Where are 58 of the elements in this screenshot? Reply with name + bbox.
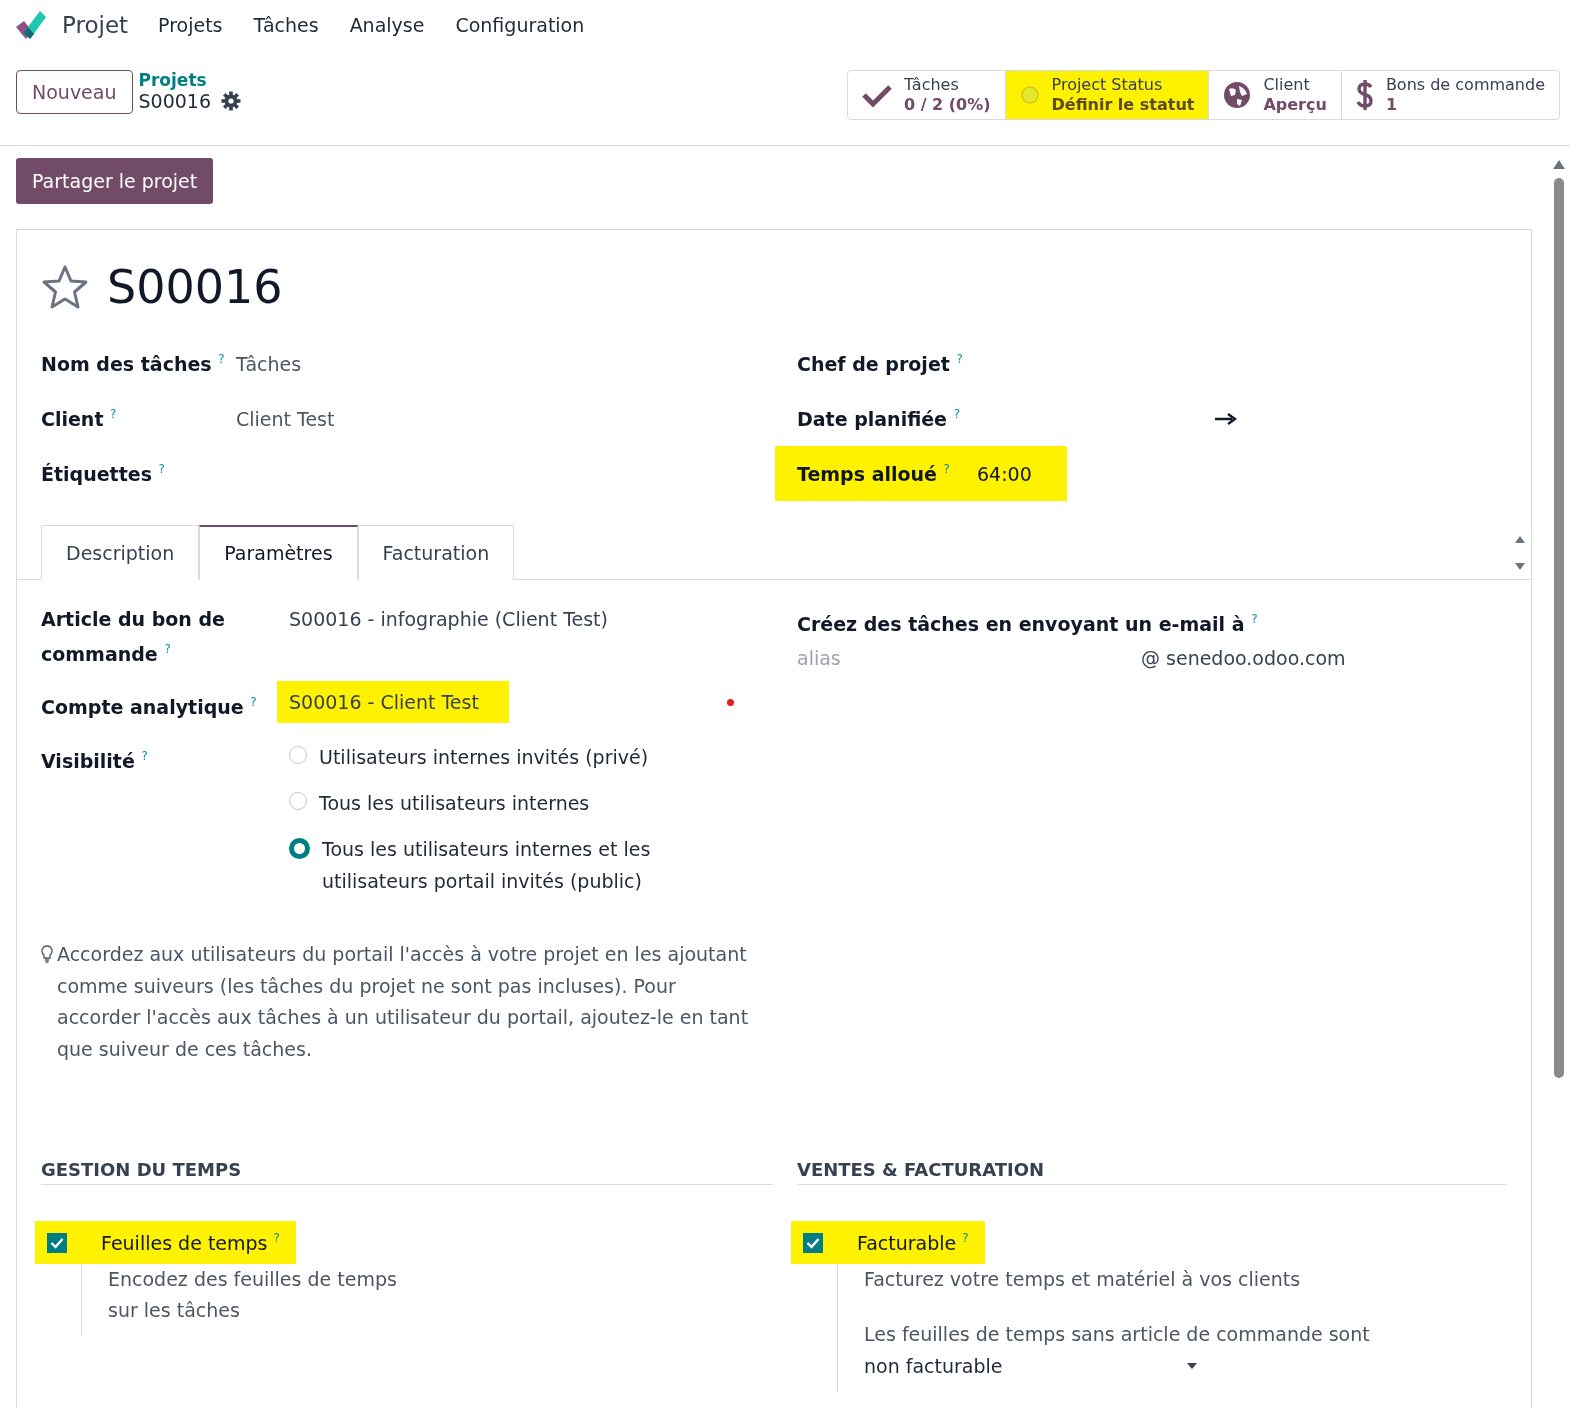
field-label: Temps alloué $^{?}$: [797, 462, 951, 485]
field-value[interactable]: Client Test: [236, 407, 335, 430]
field-label: Date planifiée $^{?}$: [797, 407, 961, 430]
scroll-up-arrow-icon[interactable]: [1552, 158, 1566, 170]
field-label: Client $^{?}$: [41, 407, 118, 430]
option-description: Facturez votre temps et matériel à vos clients: [864, 1267, 1302, 1292]
app-name[interactable]: Projet: [62, 12, 129, 38]
smart-button[interactable]: Project Status Définir le statut: [1005, 71, 1210, 119]
tab[interactable]: Paramètres: [199, 525, 358, 580]
hint-text: Accordez aux utilisateurs du portail l'accès à votre projet en les ajoutant comme suiveurs (les tâches du projet ne sont pas incluses). Pour accorder l'accès aux tâches à un utilisateur du portail, ajoutez-le en tant que suiveur de ces tâches.: [57, 942, 750, 1062]
email-domain: @ senedoo.odoo.com: [1141, 647, 1346, 669]
record-title: S00016: [107, 260, 283, 314]
field-label: Compte analytique $^{?}$: [41, 694, 258, 720]
star-icon[interactable]: [41, 264, 89, 310]
smart-button[interactable]: Tâches 0 / 2 (0%): [847, 71, 1006, 119]
radio-label[interactable]: Tous les utilisateurs internes et les utilisateurs portail invités (public): [322, 833, 749, 897]
dollar-icon: [1355, 79, 1374, 111]
smart-button[interactable]: Bons de commande 1: [1341, 71, 1559, 119]
record-name: S00016: [138, 90, 211, 112]
globe-icon: [1223, 81, 1252, 109]
menu-item[interactable]: Configuration: [455, 14, 585, 36]
select-field[interactable]: non facturable: [864, 1350, 1198, 1382]
option-description: Encodez des feuilles de temps sur les tâches: [108, 1267, 398, 1323]
field-label: Créez des tâches en envoyant un e-mail à $^{?}$: [797, 611, 1259, 637]
breadcrumb-link[interactable]: Projets: [138, 70, 241, 90]
menu-item[interactable]: Projets: [158, 14, 223, 36]
field-value[interactable]: S00016 - infographie (Client Test): [289, 604, 608, 634]
field-label: Article du bon de commande $^{?}$: [41, 607, 226, 667]
menu-item[interactable]: Tâches: [253, 14, 319, 36]
tab[interactable]: Description: [41, 525, 200, 580]
checkbox[interactable]: [47, 1232, 67, 1253]
arrow-right-icon: [1215, 412, 1237, 425]
checkmark-icon: [861, 83, 892, 107]
tab[interactable]: Facturation: [357, 525, 515, 580]
new-button[interactable]: Nouveau: [16, 70, 133, 114]
smart-button[interactable]: Client Aperçu: [1209, 71, 1342, 119]
field-label: Étiquettes $^{?}$: [41, 462, 166, 485]
lightbulb-icon: [41, 945, 53, 963]
field-label: Visibilité $^{?}$: [41, 748, 149, 774]
share-button[interactable]: Partager le projet: [16, 158, 214, 204]
field-value[interactable]: Tâches: [236, 352, 302, 375]
settings-icon[interactable]: [221, 91, 241, 111]
field-label: Chef de projet $^{?}$: [797, 352, 964, 375]
app-logo-icon[interactable]: [14, 9, 48, 41]
radio-label[interactable]: Utilisateurs internes invités (privé): [319, 741, 649, 773]
radio-button[interactable]: [289, 838, 310, 859]
section-heading: VENTES & FACTURATION: [797, 1159, 1507, 1185]
field-value[interactable]: S00016 - Client Test: [277, 681, 509, 723]
section-heading: GESTION DU TEMPS: [41, 1159, 773, 1185]
radio-label[interactable]: Tous les utilisateurs internes: [319, 787, 590, 819]
menu-item[interactable]: Analyse: [349, 14, 425, 36]
select-label: Les feuilles de temps sans article de commande sont: [864, 1322, 1371, 1347]
field-label: Nom des tâches $^{?}$: [41, 352, 226, 375]
caret-down-icon: [1186, 1362, 1198, 1370]
marker-dot: [727, 699, 734, 706]
checkbox[interactable]: [803, 1232, 823, 1253]
field-value[interactable]: 64:00: [977, 462, 1032, 485]
status-circle-icon: [1019, 85, 1040, 105]
